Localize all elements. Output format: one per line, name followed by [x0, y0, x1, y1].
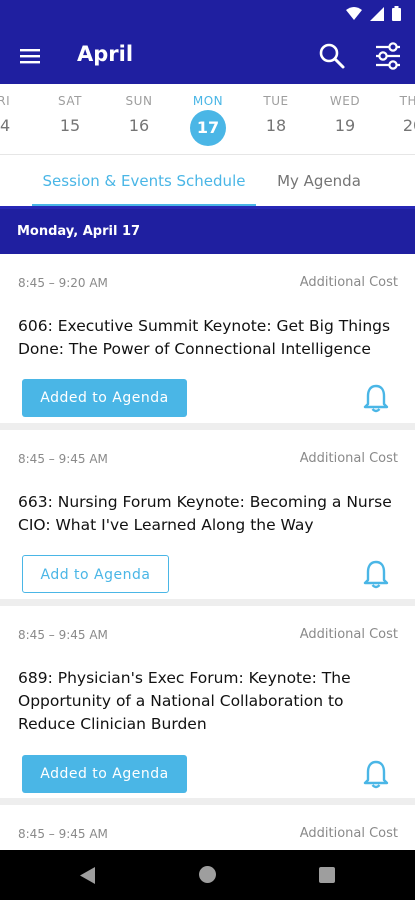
date-section-header: Monday, April 17: [0, 206, 415, 254]
status-icons: [346, 6, 401, 21]
session-card[interactable]: 8:45 – 9:20 AM Additional Cost 606: Exec…: [0, 254, 415, 423]
day-name: MON: [192, 94, 224, 108]
bell-icon[interactable]: [363, 759, 389, 789]
recents-icon[interactable]: [319, 867, 335, 883]
day-name: SAT: [58, 94, 82, 108]
battery-icon: [392, 6, 401, 21]
day-number: 18: [265, 116, 287, 135]
day-number: 20: [402, 116, 415, 135]
additional-cost-label: Additional Cost: [299, 627, 398, 642]
day-name: FRI: [0, 94, 11, 108]
status-bar: [0, 0, 415, 28]
session-card[interactable]: 8:45 – 9:45 AM Additional Cost: [0, 805, 415, 850]
session-time: 8:45 – 9:45 AM: [18, 628, 108, 642]
session-title: 663: Nursing Forum Keynote: Becoming a N…: [18, 493, 392, 534]
tab-session-events-schedule[interactable]: Session & Events Schedule: [32, 155, 256, 207]
week-date-strip: FRI 14 SAT 15 SUN 16 MON 17 TUE 18 WED 1…: [0, 84, 415, 154]
menu-icon[interactable]: [18, 44, 42, 68]
session-title: 606: Executive Summit Keynote: Get Big T…: [18, 317, 391, 358]
filter-sliders-icon[interactable]: [374, 42, 402, 70]
added-to-agenda-button[interactable]: Added to Agenda: [22, 755, 187, 793]
day-wed[interactable]: WED 19: [310, 84, 380, 154]
session-card[interactable]: 8:45 – 9:45 AM Additional Cost 663: Nurs…: [0, 430, 415, 599]
bell-icon[interactable]: [363, 383, 389, 413]
day-name: TUE: [263, 94, 289, 108]
bell-icon[interactable]: [363, 559, 389, 589]
day-name: SUN: [125, 94, 153, 108]
day-tue[interactable]: TUE 18: [241, 84, 311, 154]
day-sat[interactable]: SAT 15: [35, 84, 105, 154]
additional-cost-label: Additional Cost: [299, 451, 398, 466]
app-bar: April: [0, 28, 415, 84]
additional-cost-label: Additional Cost: [299, 826, 398, 841]
day-fri[interactable]: FRI 14: [0, 84, 35, 154]
system-nav-bar: [0, 850, 415, 900]
session-time: 8:45 – 9:45 AM: [18, 827, 108, 841]
tab-my-agenda[interactable]: My Agenda: [256, 155, 382, 207]
search-icon[interactable]: [318, 42, 346, 70]
day-number: 15: [59, 116, 81, 135]
add-to-agenda-button[interactable]: Add to Agenda: [22, 555, 169, 593]
wifi-icon: [346, 6, 362, 20]
day-name: THU: [399, 94, 415, 108]
day-number: 14: [0, 116, 11, 135]
page-title: April: [77, 42, 134, 66]
back-icon[interactable]: [80, 867, 95, 888]
added-to-agenda-button[interactable]: Added to Agenda: [22, 379, 187, 417]
additional-cost-label: Additional Cost: [299, 275, 398, 290]
tab-bar: Session & Events Schedule My Agenda: [0, 154, 415, 207]
session-card[interactable]: 8:45 – 9:45 AM Additional Cost 689: Phys…: [0, 606, 415, 798]
signal-icon: [370, 6, 384, 21]
session-title: 689: Physician's Exec Forum: Keynote: Th…: [18, 669, 351, 733]
day-number: 16: [128, 116, 150, 135]
day-number: 19: [334, 116, 356, 135]
session-time: 8:45 – 9:20 AM: [18, 276, 108, 290]
home-icon[interactable]: [199, 866, 216, 883]
session-time: 8:45 – 9:45 AM: [18, 452, 108, 466]
day-name: WED: [329, 94, 361, 108]
day-mon-selected[interactable]: MON 17: [173, 84, 243, 154]
day-sun[interactable]: SUN 16: [104, 84, 174, 154]
day-thu[interactable]: THU 20: [378, 84, 415, 154]
day-number: 17: [190, 110, 226, 146]
